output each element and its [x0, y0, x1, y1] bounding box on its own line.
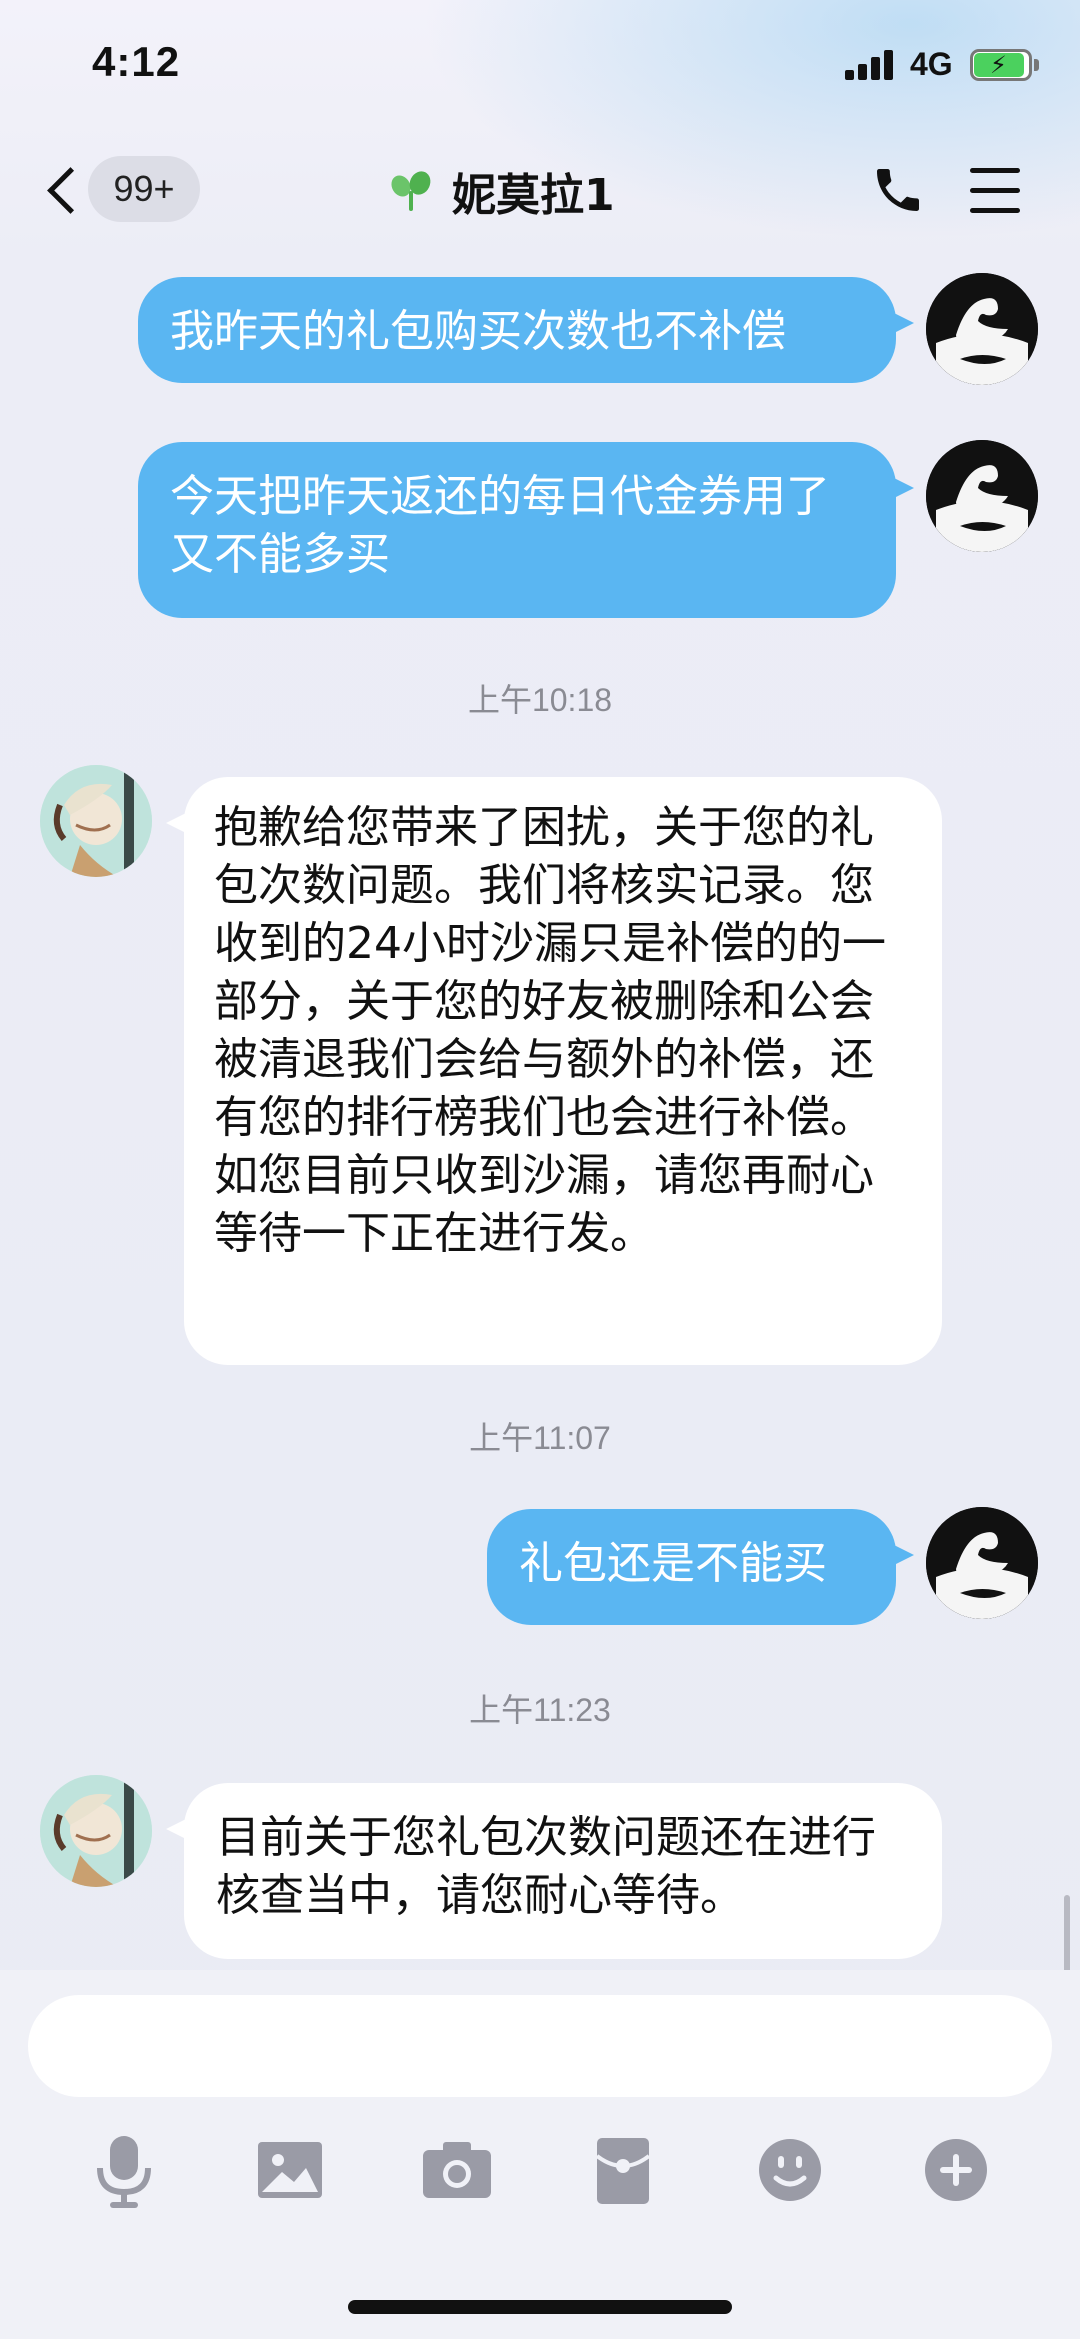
character-portrait-icon [40, 765, 152, 877]
status-bar: 4:12 4G ⚡ [0, 0, 1080, 130]
menu-icon[interactable] [970, 168, 1026, 214]
nav-bar: 99+ 妮莫拉1 [0, 130, 1080, 255]
status-time: 4:12 [92, 38, 181, 85]
chat-title: 妮莫拉1 [452, 170, 615, 221]
sprout-icon [387, 167, 435, 213]
phone-call-icon[interactable] [870, 162, 926, 218]
chat-title-group[interactable]: 妮莫拉1 [387, 158, 615, 224]
my-avatar[interactable] [926, 273, 1038, 385]
signal-icon [845, 48, 897, 80]
home-indicator[interactable] [348, 2300, 732, 2314]
message-list[interactable]: 我昨天的礼包购买次数也不补偿 今天把昨天返还的每日代金券用了又不能多买 上午10… [0, 255, 1080, 2155]
swan-icon [926, 273, 1038, 385]
message-bubble-received[interactable]: 抱歉给您带来了困扰，关于您的礼包次数问题。我们将核实记录。您收到的24小时沙漏只… [166, 777, 942, 1365]
red-packet-icon[interactable] [573, 2120, 673, 2220]
plus-icon[interactable] [906, 2120, 1006, 2220]
back-chevron-icon[interactable] [40, 160, 84, 222]
chat-screen: 4:12 4G ⚡ 99+ 妮莫拉1 我昨天的礼包购买次数也不补偿 今天把昨天返… [0, 0, 1080, 2339]
emoji-icon[interactable] [740, 2120, 840, 2220]
character-portrait-icon [40, 1775, 152, 1887]
input-toolbar [0, 2120, 1080, 2240]
message-bubble-sent[interactable]: 礼包还是不能买 [487, 1509, 914, 1625]
message-timestamp: 上午11:23 [469, 1692, 611, 1728]
message-bubble-received[interactable]: 目前关于您礼包次数问题还在进行核查当中，请您耐心等待。 [166, 1783, 942, 1959]
contact-avatar[interactable] [40, 765, 152, 877]
message-timestamp: 上午11:07 [469, 1420, 611, 1456]
message-timestamp: 上午10:18 [467, 682, 613, 718]
message-input[interactable] [28, 1995, 1052, 2097]
message-row: 抱歉给您带来了困扰，关于您的礼包次数问题。我们将核实记录。您收到的24小时沙漏只… [0, 765, 1080, 1365]
swan-icon [926, 440, 1038, 552]
message-row: 今天把昨天返还的每日代金券用了又不能多买 [0, 440, 1080, 620]
message-row: 我昨天的礼包购买次数也不补偿 [0, 265, 1080, 385]
message-bubble-sent[interactable]: 我昨天的礼包购买次数也不补偿 [138, 277, 914, 383]
network-type: 4G [910, 46, 953, 82]
my-avatar[interactable] [926, 440, 1038, 552]
unread-count-badge[interactable]: 99+ [88, 156, 200, 222]
my-avatar[interactable] [926, 1507, 1038, 1619]
camera-icon[interactable] [407, 2120, 507, 2220]
image-icon[interactable] [240, 2120, 340, 2220]
message-row: 礼包还是不能买 [0, 1505, 1080, 1625]
contact-avatar[interactable] [40, 1775, 152, 1887]
microphone-icon[interactable] [74, 2120, 174, 2220]
swan-icon [926, 1507, 1038, 1619]
message-row: 目前关于您礼包次数问题还在进行核查当中，请您耐心等待。 [0, 1775, 1080, 1965]
input-area [0, 1970, 1080, 2339]
battery-icon: ⚡ [970, 49, 1040, 81]
message-bubble-sent[interactable]: 今天把昨天返还的每日代金券用了又不能多买 [138, 442, 914, 618]
